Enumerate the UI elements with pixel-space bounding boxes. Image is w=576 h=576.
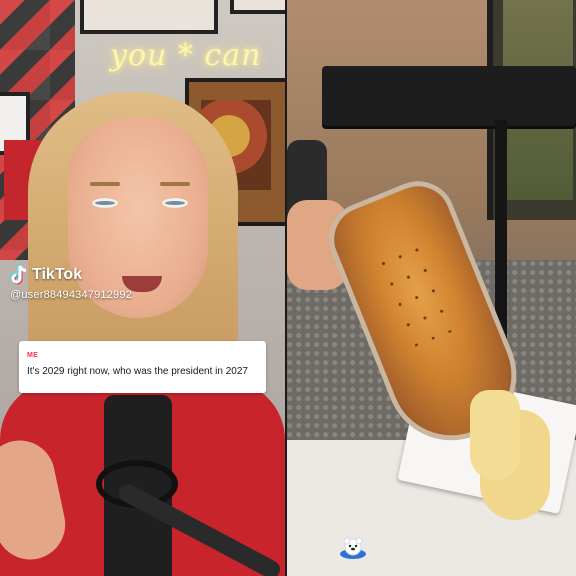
eye xyxy=(162,198,188,208)
tiktok-watermark: TikTok @user88494347912992 xyxy=(10,265,132,301)
heater-post xyxy=(495,120,507,340)
melted-cheese xyxy=(470,390,520,480)
wall-frame xyxy=(80,0,218,34)
comment-text: It's 2029 right now, who was the preside… xyxy=(27,366,248,377)
raclette-heater xyxy=(322,66,576,126)
eyebrow xyxy=(160,182,190,186)
wall-frame xyxy=(230,0,285,14)
comment-card: ME It's 2029 right now, who was the pres… xyxy=(19,341,266,393)
polar-bear-sticker-icon xyxy=(338,536,368,560)
tiktok-username: @user88494347912992 xyxy=(10,289,133,301)
neon-sign: you * can xyxy=(110,38,262,73)
tiktok-logo-icon xyxy=(10,265,28,285)
raclette-video-panel xyxy=(287,0,576,576)
eyebrow xyxy=(90,182,120,186)
split-screen-video: you * can TikTok @user88494347912992 ME … xyxy=(0,0,576,576)
creator-video-panel: you * can TikTok @user88494347912992 ME … xyxy=(0,0,285,576)
eye xyxy=(92,198,118,208)
tiktok-brand: TikTok xyxy=(32,266,83,283)
comment-author: ME xyxy=(27,352,39,359)
